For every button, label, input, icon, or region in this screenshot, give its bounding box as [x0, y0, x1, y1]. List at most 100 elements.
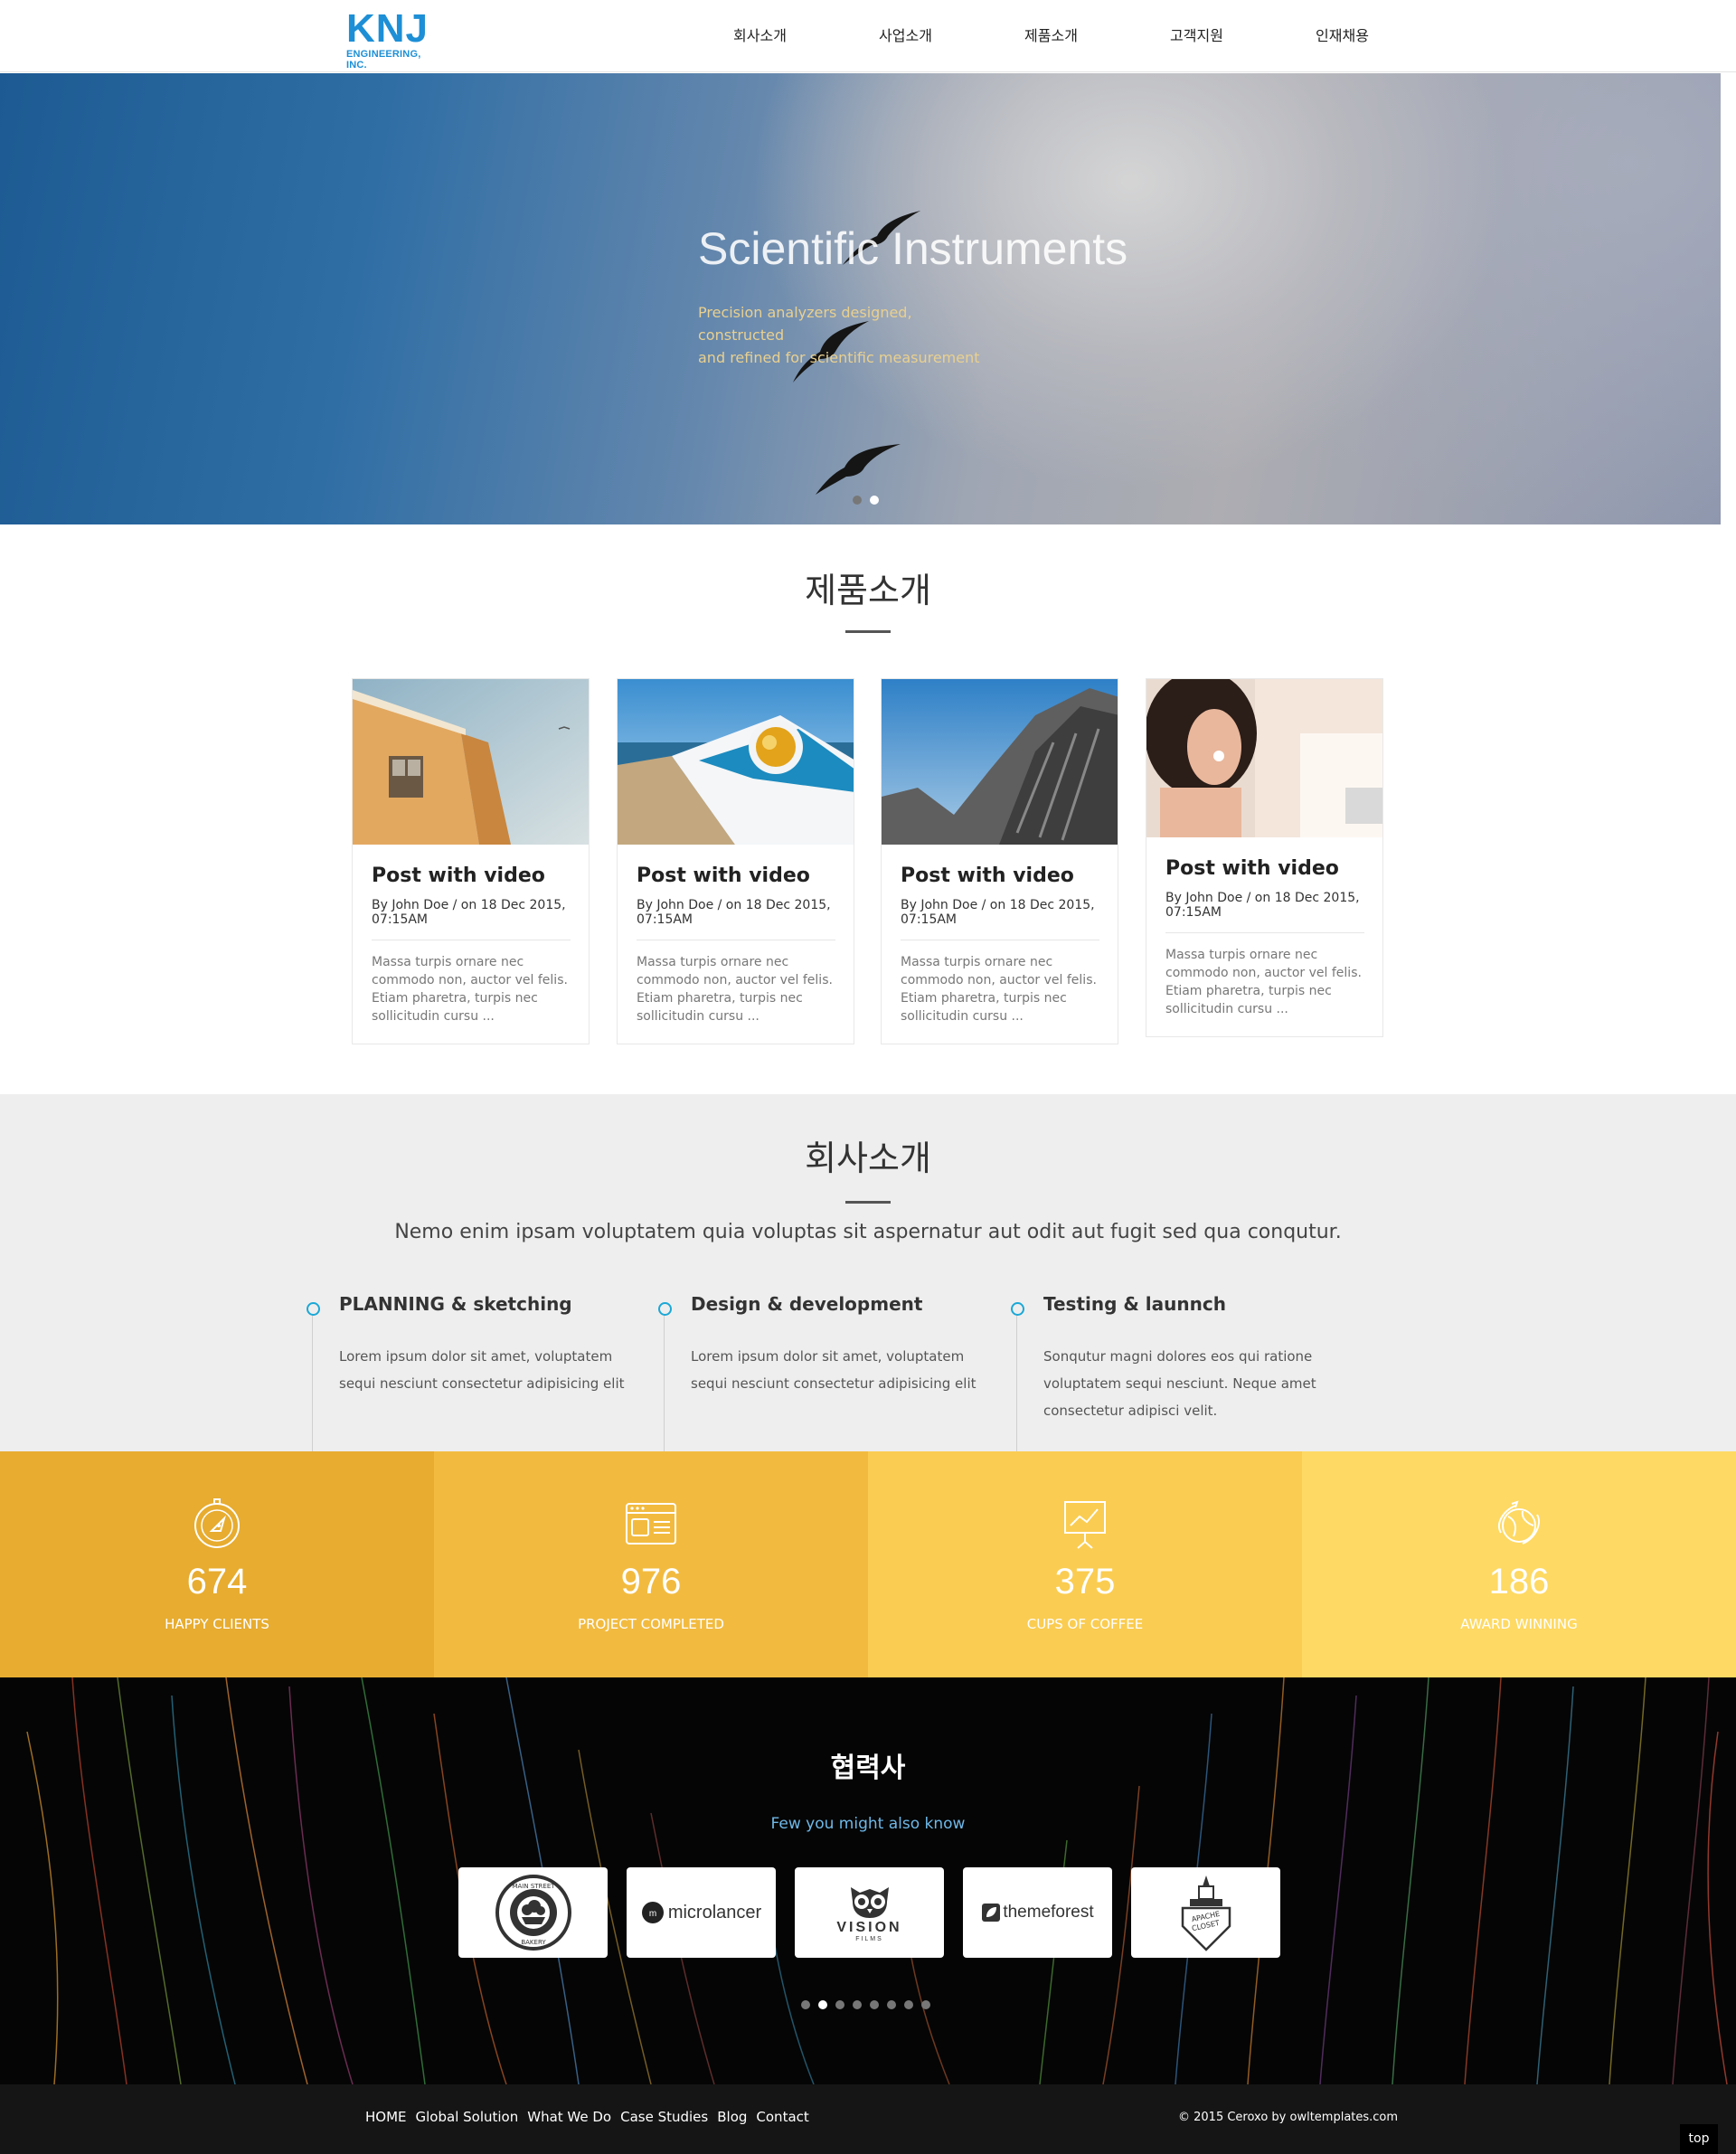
stat-label: AWARD WINNING [1460, 1616, 1578, 1632]
carousel-dot[interactable] [904, 2000, 913, 2009]
partners-subtitle: Few you might also know [770, 1815, 966, 1833]
main-nav: 회사소개 사업소개 제품소개 고객지원 인재채용 [687, 0, 1415, 72]
carousel-dot[interactable] [801, 2000, 810, 2009]
product-card[interactable]: Post with video By John Doe / on 18 Dec … [352, 678, 590, 1044]
product-card[interactable]: Post with video By John Doe / on 18 Dec … [1146, 678, 1383, 1037]
carousel-dot[interactable] [921, 2000, 930, 2009]
site-logo[interactable]: KNJ ENGINEERING, INC. [346, 9, 439, 71]
stat-value: 375 [1054, 1562, 1116, 1601]
step-text: Sonqutur magni dolores eos qui ratione v… [1043, 1348, 1316, 1419]
timeline-circle-icon [1011, 1302, 1024, 1316]
carousel-dot-active[interactable] [818, 2000, 827, 2009]
nav-item-company[interactable]: 회사소개 [687, 0, 833, 72]
hero-subtitle: Precision analyzers designed, constructe… [698, 301, 987, 369]
carousel-dot[interactable] [887, 2000, 896, 2009]
card-excerpt: Massa turpis ornare nec commodo non, auc… [372, 955, 568, 1024]
card-title[interactable]: Post with video [1165, 857, 1364, 880]
partner-logo-themeforest[interactable]: themeforest [963, 1867, 1112, 1958]
owl-logo-icon [850, 1886, 889, 1918]
logo-mark: KNJ [346, 9, 439, 49]
product-card[interactable]: Post with video By John Doe / on 18 Dec … [881, 678, 1118, 1044]
carousel-dot[interactable] [870, 2000, 879, 2009]
card-excerpt: Massa turpis ornare nec commodo non, auc… [901, 955, 1097, 1024]
card-title[interactable]: Post with video [637, 864, 835, 887]
slider-dot-active[interactable] [870, 496, 879, 505]
partner-logo-text: VISION [836, 1919, 902, 1935]
hero-title: Scientific Instruments [698, 223, 1128, 274]
nav-item-careers[interactable]: 인재채용 [1269, 0, 1415, 72]
card-meta-line: 07:15AM [1165, 905, 1222, 920]
presentation-chart-icon [1064, 1501, 1106, 1549]
themeforest-leaf-icon [982, 1904, 1001, 1922]
partner-logo-subtext: FILMS [855, 1935, 883, 1942]
back-to-top-button[interactable]: top [1680, 2124, 1718, 2154]
process-step: Design & development Lorem ipsum dolor s… [658, 1293, 1011, 1451]
card-meta-line: By John Doe / on 18 Dec 2015, [637, 898, 831, 912]
card-meta-line: 07:15AM [372, 912, 429, 927]
nav-item-support[interactable]: 고객지원 [1124, 0, 1269, 72]
footer-nav: HOME Global Solution What We Do Case Stu… [365, 2109, 809, 2125]
carousel-dot[interactable] [853, 2000, 862, 2009]
hero-slider: Scientific Instruments Precision analyze… [0, 73, 1721, 524]
bakery-logo-text: MAIN STREET [512, 1883, 555, 1890]
title-divider [845, 1201, 891, 1204]
bakery-logo-icon: MAIN STREET BAKERY [495, 1875, 571, 1951]
footer-link-blog[interactable]: Blog [717, 2109, 747, 2125]
stat-value: 186 [1488, 1562, 1550, 1601]
footer-link-home[interactable]: HOME [365, 2109, 407, 2125]
partner-logo-text: microlancer [667, 1902, 762, 1923]
title-divider [845, 630, 891, 633]
copyright-text: © 2015 Ceroxo by owltemplates.com [1178, 2111, 1399, 2124]
footer-link-global-solution[interactable]: Global Solution [416, 2109, 519, 2125]
nav-item-products[interactable]: 제품소개 [978, 0, 1124, 72]
stats-band: 674 HAPPY CLIENTS 976 PROJECT COMPLETED … [0, 1451, 1736, 1677]
products-title: 제품소개 [805, 571, 931, 610]
partners-section: 협력사 Few you might also know MAIN STREET … [0, 1677, 1736, 2084]
card-image [353, 679, 589, 845]
slider-dot[interactable] [853, 496, 862, 505]
footer-link-what-we-do[interactable]: What We Do [527, 2109, 611, 2125]
hero-subtitle-line: and refined for scientific measurement [698, 349, 980, 366]
partner-logo-microlancer[interactable]: m microlancer [627, 1867, 776, 1958]
card-image [1146, 679, 1382, 837]
logo-subtext: ENGINEERING, INC. [346, 49, 421, 71]
timeline-circle-icon [307, 1302, 320, 1316]
apache-closet-logo-icon: APACHE CLOSET [1181, 1875, 1231, 1951]
card-title[interactable]: Post with video [372, 864, 571, 887]
footer-link-contact[interactable]: Contact [756, 2109, 808, 2125]
partner-logo-text: themeforest [1003, 1903, 1094, 1922]
stat-award-winning: 186 AWARD WINNING [1302, 1451, 1736, 1677]
partner-logo-vision-films[interactable]: VISION FILMS [795, 1867, 944, 1958]
card-title[interactable]: Post with video [901, 864, 1099, 887]
hero-pagination [853, 496, 879, 505]
card-image [618, 679, 854, 845]
card-meta-line: By John Doe / on 18 Dec 2015, [901, 898, 1095, 912]
partners-pagination [801, 2000, 930, 2009]
stat-label: PROJECT COMPLETED [578, 1616, 724, 1632]
step-title: Testing & launnch [1043, 1293, 1226, 1315]
card-excerpt: Massa turpis ornare nec commodo non, auc… [1165, 948, 1362, 1016]
step-title: Design & development [691, 1293, 923, 1315]
card-meta: By John Doe / on 18 Dec 2015, 07:15AM [1165, 891, 1364, 933]
compass-icon [194, 1498, 240, 1548]
nav-item-business[interactable]: 사업소개 [833, 0, 978, 72]
hero-subtitle-line: Precision analyzers designed, constructe… [698, 304, 912, 344]
stat-projects-completed: 976 PROJECT COMPLETED [434, 1451, 868, 1677]
timeline-circle-icon [658, 1302, 672, 1316]
step-title: PLANNING & sketching [339, 1293, 572, 1315]
step-text: Lorem ipsum dolor sit amet, voluptatem s… [339, 1348, 625, 1392]
process-step: PLANNING & sketching Lorem ipsum dolor s… [307, 1293, 659, 1451]
product-card[interactable]: Post with video By John Doe / on 18 Dec … [617, 678, 854, 1044]
carousel-dot[interactable] [835, 2000, 844, 2009]
product-cards: Post with video By John Doe / on 18 Dec … [352, 678, 1384, 1058]
partner-logos: MAIN STREET BAKERY m microlancer VISION … [458, 1867, 1280, 1958]
card-meta: By John Doe / on 18 Dec 2015, 07:15AM [901, 898, 1099, 940]
partner-logo-apache-closet[interactable]: APACHE CLOSET [1131, 1867, 1280, 1958]
browser-window-icon [626, 1503, 676, 1545]
footer-link-case-studies[interactable]: Case Studies [620, 2109, 708, 2125]
bird-image [816, 444, 901, 495]
partners-title: 협력사 [830, 1752, 906, 1784]
partner-logo-main-street-bakery[interactable]: MAIN STREET BAKERY [458, 1867, 608, 1958]
stat-label: HAPPY CLIENTS [165, 1616, 269, 1632]
bakery-logo-text: BAKERY [521, 1939, 546, 1946]
